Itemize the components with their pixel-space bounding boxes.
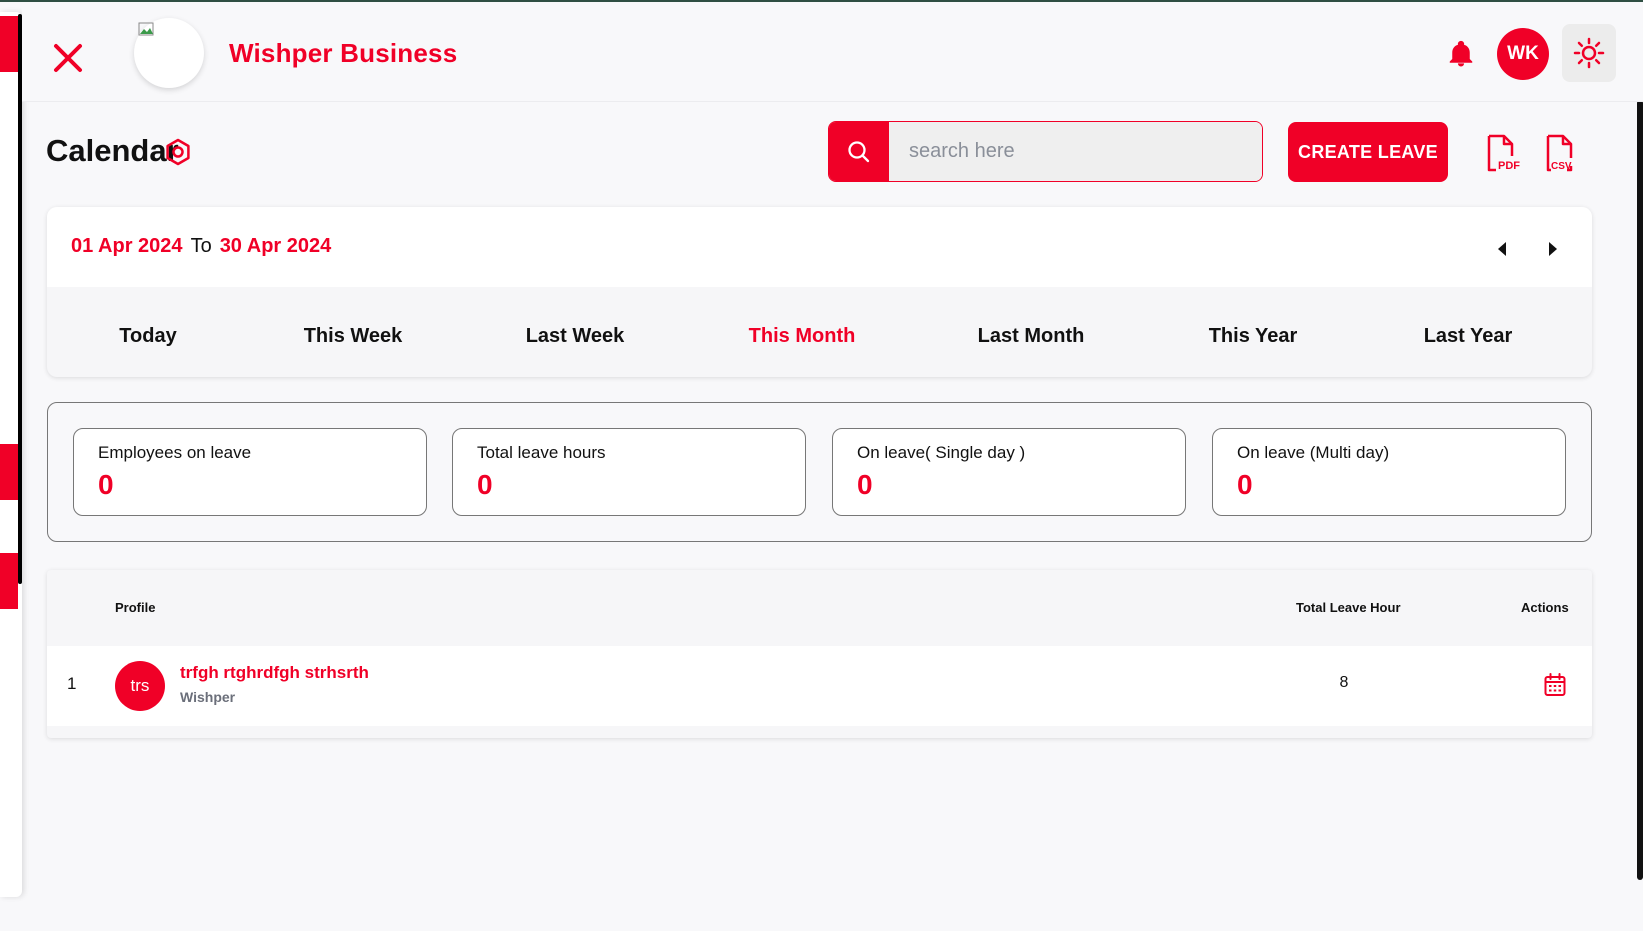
date-from: 01 Apr 2024: [71, 235, 183, 257]
sidebar-active-tab[interactable]: [0, 16, 18, 72]
stat-label: Total leave hours: [477, 443, 606, 462]
csv-file-icon[interactable]: CSV: [1543, 134, 1579, 174]
stat-label: Employees on leave: [98, 443, 252, 462]
search-bar: [828, 121, 1263, 182]
csv-label: CSV: [1551, 161, 1572, 172]
period-tab-this-week[interactable]: This Week: [304, 325, 403, 348]
table-row[interactable]: 1 trs trfgh rtghrdfgh strhsrth Wishper 8: [47, 646, 1592, 726]
date-filter-card: 01 Apr 2024 To 30 Apr 2024 Today This Week…: [47, 207, 1592, 377]
period-tab-this-month[interactable]: This Month: [749, 325, 856, 348]
period-tab-last-year[interactable]: Last Year: [1424, 325, 1513, 348]
sidebar-highlight-tab[interactable]: [0, 553, 18, 609]
brand-name: Wishper Business: [229, 38, 458, 68]
stat-value: 0: [857, 469, 873, 500]
avatar: trs: [115, 661, 165, 711]
collapsed-sidebar[interactable]: [0, 12, 22, 897]
theme-toggle-button[interactable]: [1562, 24, 1616, 82]
page-scrollbar[interactable]: [1637, 100, 1643, 880]
sidebar-highlight-tab[interactable]: [0, 444, 18, 500]
settings-icon[interactable]: [163, 137, 193, 167]
company-logo: [134, 18, 204, 88]
stat-value: 0: [477, 469, 493, 500]
column-header-total-leave-hour[interactable]: Total Leave Hour: [1296, 600, 1401, 615]
date-separator: To: [190, 235, 212, 257]
leave-stats: Employees on leave 0 Total leave hours 0…: [47, 402, 1592, 542]
page-title: Calendar: [46, 133, 179, 168]
broken-image-icon: [138, 22, 154, 36]
date-to: 30 Apr 2024: [219, 235, 332, 257]
column-header-actions: Actions: [1521, 600, 1569, 615]
date-range-bar: 01 Apr 2024 To 30 Apr 2024: [47, 207, 1592, 287]
period-tab-today[interactable]: Today: [119, 325, 176, 348]
bell-icon[interactable]: [1446, 38, 1476, 70]
close-icon[interactable]: [48, 38, 88, 78]
stat-multi-day: On leave (Multi day) 0: [1212, 428, 1566, 516]
create-leave-button[interactable]: CREATE LEAVE: [1288, 122, 1448, 182]
caret-left-icon[interactable]: [1491, 237, 1515, 261]
stat-single-day: On leave( Single day ) 0: [832, 428, 1186, 516]
caret-right-icon[interactable]: [1540, 237, 1564, 261]
user-avatar[interactable]: WK: [1497, 28, 1549, 80]
pdf-label: PDF: [1498, 160, 1520, 172]
period-tab-this-year[interactable]: This Year: [1209, 325, 1298, 348]
sun-icon: [1573, 37, 1605, 69]
pdf-file-icon[interactable]: PDF: [1484, 134, 1520, 174]
employee-company: Wishper: [180, 689, 236, 705]
stat-label: On leave( Single day ): [857, 443, 1026, 462]
stat-label: On leave (Multi day): [1237, 443, 1390, 462]
period-tab-last-week[interactable]: Last Week: [526, 325, 625, 348]
search-button[interactable]: [829, 122, 889, 181]
stat-total-leave-hours: Total leave hours 0: [452, 428, 806, 516]
top-header: Wishper Business WK: [22, 2, 1643, 102]
stat-value: 0: [1237, 469, 1253, 500]
column-header-profile[interactable]: Profile: [115, 600, 155, 615]
leave-table: Profile Total Leave Hour Actions 1 trs t…: [47, 570, 1592, 738]
period-tab-last-month[interactable]: Last Month: [978, 325, 1085, 348]
row-leave-hours: 8: [1339, 674, 1349, 691]
employee-name-link[interactable]: trfgh rtghrdfgh strhsrth: [180, 663, 369, 683]
calendar-icon[interactable]: [1543, 672, 1567, 698]
search-icon: [848, 140, 870, 162]
stat-value: 0: [98, 469, 114, 500]
search-input[interactable]: [889, 122, 1262, 181]
row-index: 1: [67, 674, 77, 693]
date-range[interactable]: 01 Apr 2024 To 30 Apr 2024: [71, 235, 331, 258]
stat-employees-on-leave: Employees on leave 0: [73, 428, 427, 516]
